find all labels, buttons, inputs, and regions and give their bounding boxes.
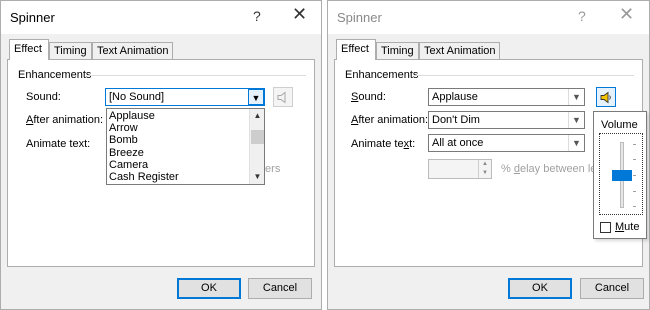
- help-icon[interactable]: ?: [253, 8, 261, 24]
- dialog-title: Spinner: [10, 10, 55, 25]
- speaker-icon: [277, 91, 286, 104]
- group-divider: [415, 75, 634, 76]
- chevron-down-icon[interactable]: ▼: [248, 89, 264, 105]
- tab-effect[interactable]: Effect: [336, 39, 376, 60]
- animate-text-combo-value: All at once: [432, 137, 484, 149]
- list-item[interactable]: Applause: [109, 110, 155, 122]
- animate-text-label: Animate text:: [26, 138, 91, 150]
- mute-checkbox[interactable]: [600, 222, 611, 233]
- title-bar: Spinner ? ✕: [328, 1, 649, 34]
- after-animation-label: After animation:: [351, 114, 429, 126]
- close-icon[interactable]: ✕: [292, 4, 307, 25]
- chevron-down-icon[interactable]: ▼: [568, 112, 584, 128]
- after-animation-combo[interactable]: Don't Dim ▼: [428, 111, 585, 129]
- delay-spinner[interactable]: ▲ ▼: [428, 159, 492, 179]
- title-bar: Spinner ? ✕: [1, 1, 321, 34]
- speaker-icon: [600, 91, 611, 104]
- list-scrollbar[interactable]: ▲ ▼: [249, 109, 264, 184]
- list-item[interactable]: Cash Register: [109, 171, 179, 183]
- sound-dropdown-list: Applause Arrow Bomb Breeze Camera Cash R…: [106, 108, 265, 185]
- volume-tick: [633, 144, 636, 145]
- volume-title: Volume: [601, 119, 638, 131]
- volume-button[interactable]: [273, 87, 293, 107]
- list-item[interactable]: Breeze: [109, 147, 144, 159]
- chevron-down-icon[interactable]: ▼: [568, 135, 584, 151]
- volume-thumb[interactable]: [612, 169, 632, 181]
- list-item[interactable]: Bomb: [109, 134, 138, 146]
- sound-label: Sound:: [26, 91, 61, 103]
- sound-combo-value: Applause: [432, 91, 478, 103]
- after-animation-combo-value: Don't Dim: [432, 114, 480, 126]
- after-animation-label: After animation:: [26, 114, 104, 126]
- spinner-dialog-left: Spinner ? ✕ Effect Timing Text Animation…: [0, 0, 322, 310]
- ok-button[interactable]: OK: [177, 278, 241, 299]
- mute-label: Mute: [615, 221, 640, 233]
- spinner-dialog-right: Spinner ? ✕ Effect Timing Text Animation…: [327, 0, 650, 310]
- tab-text-animation[interactable]: Text Animation: [92, 42, 173, 59]
- tab-effect[interactable]: Effect: [9, 39, 49, 60]
- volume-button[interactable]: [596, 87, 616, 107]
- list-item[interactable]: Arrow: [109, 122, 138, 134]
- dialog-title: Spinner: [337, 10, 382, 25]
- chevron-down-icon[interactable]: ▼: [568, 89, 584, 105]
- sound-combo[interactable]: [No Sound] ▼: [105, 88, 265, 106]
- volume-tick: [633, 175, 636, 176]
- scroll-up-icon[interactable]: ▲: [250, 109, 265, 123]
- volume-tick: [633, 191, 636, 192]
- spin-up-icon[interactable]: ▲: [479, 160, 491, 169]
- list-item[interactable]: Camera: [109, 159, 148, 171]
- effect-panel: Enhancements Sound: [No Sound] ▼ After a…: [7, 59, 315, 267]
- sound-combo[interactable]: Applause ▼: [428, 88, 585, 106]
- tab-timing[interactable]: Timing: [49, 42, 92, 59]
- spin-down-icon[interactable]: ▼: [479, 169, 491, 178]
- sound-combo-value: [No Sound]: [109, 91, 165, 103]
- animate-text-combo[interactable]: All at once ▼: [428, 134, 585, 152]
- scroll-thumb[interactable]: [251, 130, 264, 144]
- help-icon[interactable]: ?: [578, 8, 586, 24]
- volume-popup: Volume Mute: [593, 111, 647, 239]
- volume-tick: [633, 159, 636, 160]
- cancel-button[interactable]: Cancel: [580, 278, 644, 299]
- enhancements-group-label: Enhancements: [18, 69, 92, 81]
- volume-tick: [633, 206, 636, 207]
- close-icon[interactable]: ✕: [619, 4, 634, 25]
- group-divider: [88, 75, 306, 76]
- animate-text-label: Animate text:: [351, 138, 416, 150]
- volume-slider[interactable]: [599, 133, 643, 215]
- tab-text-animation[interactable]: Text Animation: [419, 42, 500, 59]
- enhancements-group-label: Enhancements: [345, 69, 419, 81]
- sound-label: Sound:: [351, 91, 386, 103]
- cancel-button[interactable]: Cancel: [248, 278, 312, 299]
- scroll-down-icon[interactable]: ▼: [250, 170, 265, 184]
- ok-button[interactable]: OK: [508, 278, 572, 299]
- tab-timing[interactable]: Timing: [376, 42, 419, 59]
